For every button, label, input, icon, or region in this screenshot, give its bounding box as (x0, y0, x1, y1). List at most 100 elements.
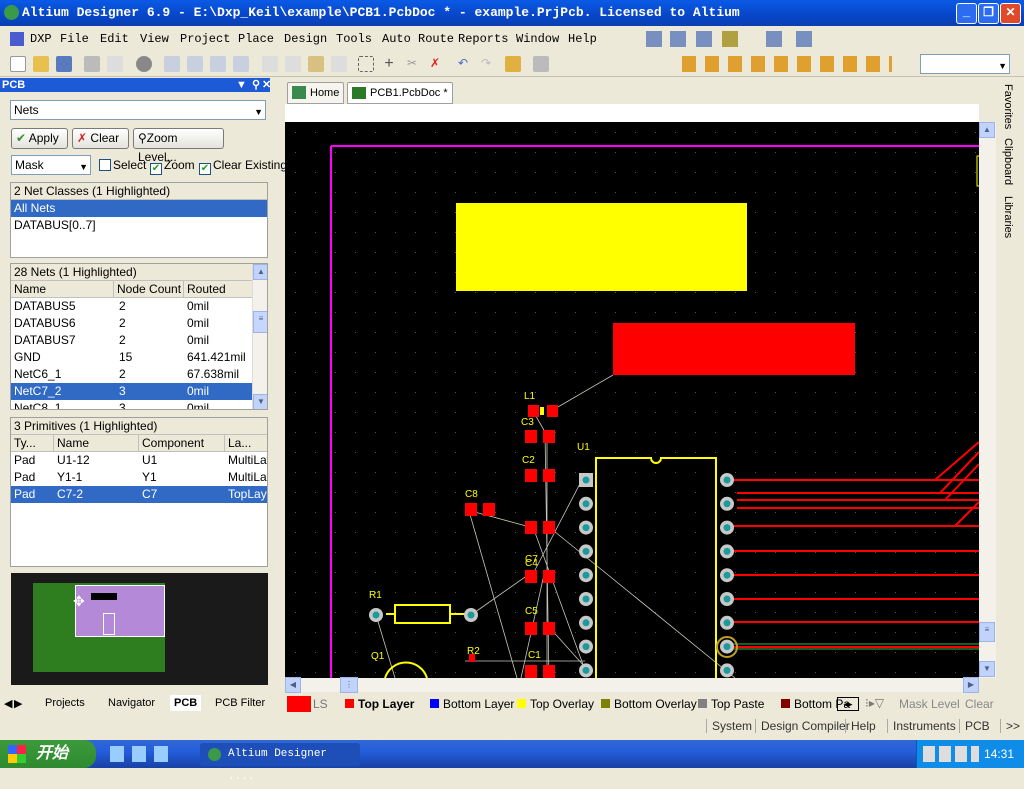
nets-scrollbar[interactable]: ▲ ≡ ▼ (252, 264, 267, 409)
panel-close-icon[interactable]: ✕ (262, 78, 271, 92)
table-row[interactable]: DATABUS5 2 0mil (11, 298, 267, 315)
move-icon[interactable]: + (381, 56, 397, 72)
redo-icon[interactable]: ↷ (478, 56, 494, 72)
print-icon[interactable] (84, 56, 100, 72)
tab-favorites[interactable]: Favorites (1002, 84, 1014, 129)
table-row[interactable]: Pad C7-2 C7 TopLaye (11, 486, 267, 503)
close-button[interactable]: ✕ (1000, 3, 1021, 24)
layer-tab[interactable]: Top Layer (345, 696, 414, 713)
table-row[interactable]: NetC6_1 2 67.638mil (11, 366, 267, 383)
vertical-scrollbar[interactable]: ▲ ≡ ▼ (979, 122, 996, 678)
menu-auto-route[interactable]: Auto Route (382, 27, 454, 51)
paste-icon[interactable] (308, 56, 324, 72)
undo-icon[interactable]: ↶ (455, 56, 471, 72)
layer-tab[interactable]: Top Overlay (517, 696, 594, 713)
column-name[interactable]: Name (14, 281, 114, 297)
status-more[interactable]: >> (1000, 719, 1020, 733)
zoom-selected-icon[interactable] (210, 56, 226, 72)
menu-dxp[interactable]: DXP (30, 27, 52, 51)
scroll-thumb[interactable]: ≡ (979, 622, 995, 642)
status-help[interactable]: Help (845, 719, 876, 733)
tab-navigator[interactable]: Navigator (108, 697, 155, 709)
scroll-thumb[interactable]: ≡ (253, 311, 267, 333)
scroll-left-icon[interactable]: ◀ (285, 677, 301, 693)
table-row[interactable]: DATABUS7 2 0mil (11, 332, 267, 349)
pcb-canvas[interactable]: L1 C3 C2 U1 C8 C7 C4 C5 R1 R2 Q1 C1 (285, 122, 979, 678)
browse-library-icon[interactable] (533, 56, 549, 72)
tab-pcb-filter[interactable]: PCB Filter (215, 697, 265, 709)
clear-button[interactable]: Clear (965, 697, 994, 711)
design-toolbar-icons[interactable] (646, 31, 846, 47)
table-row[interactable]: NetC7_2 3 0mil (11, 383, 267, 400)
pin-icon[interactable]: ⚲ (252, 78, 260, 92)
current-layer-color[interactable] (287, 696, 311, 712)
column-component[interactable]: Component (142, 435, 225, 451)
minimap-viewport[interactable] (75, 585, 165, 637)
deselect-icon[interactable]: ✂ (404, 56, 420, 72)
new-icon[interactable] (10, 56, 26, 72)
tab-home[interactable]: Home (287, 82, 345, 104)
menu-tools[interactable]: Tools (336, 27, 372, 51)
mask-level-button[interactable]: Mask Level (899, 697, 960, 711)
net-class-item[interactable]: All Nets (11, 200, 267, 217)
select-area-icon[interactable] (358, 56, 374, 72)
scroll-right-icon[interactable]: ▶ (963, 677, 979, 693)
column-routed[interactable]: Routed (187, 281, 253, 297)
layer-tab[interactable]: Bottom Overlay (601, 696, 697, 713)
menu-file[interactable]: File (60, 27, 89, 51)
status-instruments[interactable]: Instruments (887, 719, 956, 733)
wiring-toolbar-icons[interactable] (682, 56, 892, 72)
table-row[interactable]: NetC8_1 3 0mil (11, 400, 267, 409)
filter-icon[interactable]: ⁝▸▽ (865, 696, 884, 710)
tab-pcb[interactable]: PCB (170, 695, 202, 711)
scroll-down-icon[interactable]: ▼ (979, 661, 995, 677)
menu-design[interactable]: Design (284, 27, 327, 51)
tray-icons[interactable] (923, 746, 979, 762)
status-pcb[interactable]: PCB (959, 719, 990, 733)
scroll-up-icon[interactable]: ▲ (253, 264, 267, 280)
zoom-filtered-icon[interactable] (233, 56, 249, 72)
table-row[interactable]: DATABUS6 2 0mil (11, 315, 267, 332)
toolbar-combo[interactable]: ▼ (920, 54, 1010, 74)
board-minimap[interactable]: ✥ (11, 573, 268, 685)
print-preview-icon[interactable] (107, 56, 123, 72)
menu-edit[interactable]: Edit (100, 27, 129, 51)
start-button[interactable]: 开始 (0, 740, 96, 768)
apply-button[interactable]: ✔ Apply (11, 128, 68, 149)
status-design-compiler[interactable]: Design Compiler (755, 719, 850, 733)
layer-set-label[interactable]: LS (313, 697, 328, 711)
tabs-scroll-right-icon[interactable]: ▶ (14, 697, 22, 710)
column-type[interactable]: Ty... (14, 435, 54, 451)
select-checkbox[interactable]: Select (99, 158, 146, 172)
menu-reports[interactable]: Reports (458, 27, 508, 51)
tabs-scroll-left-icon[interactable]: ◀ (4, 697, 12, 710)
clear-button[interactable]: ✗ Clear (72, 128, 129, 149)
menu-project[interactable]: Project (180, 27, 230, 51)
checkbox[interactable]: ✔ (150, 163, 162, 175)
net-class-item[interactable]: DATABUS[0..7] (11, 217, 267, 234)
cut-icon[interactable] (262, 56, 278, 72)
scroll-up-icon[interactable]: ▲ (979, 122, 995, 138)
open-icon[interactable] (33, 56, 49, 72)
mask-dropdown[interactable]: Mask ▼ (11, 155, 91, 175)
tab-clipboard[interactable]: Clipboard (1002, 138, 1014, 185)
checkbox[interactable] (99, 159, 111, 171)
scroll-thumb[interactable]: ⋮ (340, 677, 358, 693)
component-icon[interactable] (136, 56, 152, 72)
table-row[interactable]: GND 15 641.421mil (11, 349, 267, 366)
column-name[interactable]: Name (57, 435, 139, 451)
zoom-area-icon[interactable] (187, 56, 203, 72)
scroll-down-icon[interactable]: ▼ (253, 394, 267, 409)
checkbox[interactable]: ✔ (199, 163, 211, 175)
zoom-fit-icon[interactable] (164, 56, 180, 72)
table-row[interactable]: Pad Y1-1 Y1 MultiLay (11, 469, 267, 486)
rubber-stamp-icon[interactable] (331, 56, 347, 72)
clear-filter-icon[interactable]: ✗ (427, 56, 443, 72)
maximize-button[interactable]: ❐ (978, 3, 999, 24)
menu-window[interactable]: Window (516, 27, 559, 51)
tab-pcb1-pcbdoc[interactable]: PCB1.PcbDoc * (347, 82, 453, 104)
menu-view[interactable]: View (140, 27, 169, 51)
horizontal-scrollbar[interactable]: ◀ ⋮ ▶ (285, 677, 979, 693)
layer-tab[interactable]: Top Paste (698, 696, 764, 713)
column-node-count[interactable]: Node Count (117, 281, 184, 297)
